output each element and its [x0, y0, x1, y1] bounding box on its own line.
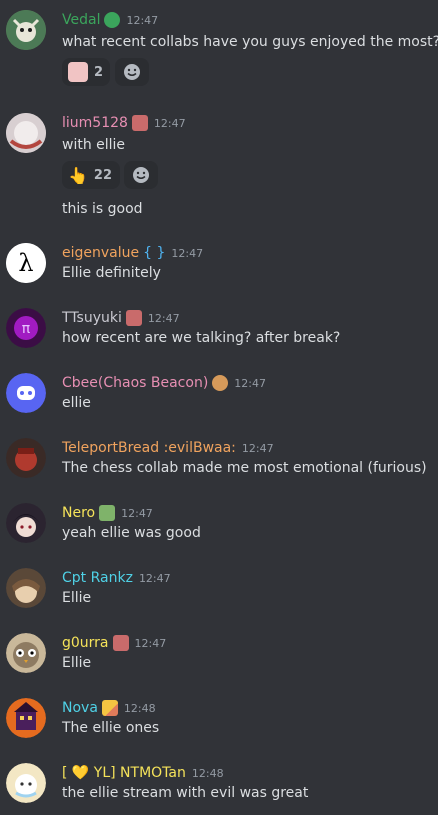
avatar[interactable]	[6, 568, 46, 608]
author-name[interactable]: lium5128	[62, 115, 128, 131]
message-content: with ellie	[62, 137, 126, 153]
message-content: what recent collabs have you guys enjoye…	[62, 34, 438, 50]
message-content: The ellie ones	[62, 720, 160, 736]
message-content: the ellie stream with evil was great	[62, 785, 309, 801]
avatar[interactable]: λ	[6, 243, 46, 283]
timestamp[interactable]: 12:47	[154, 117, 186, 130]
message-content: ellie	[62, 395, 91, 411]
avatar[interactable]	[6, 113, 46, 153]
crown-badge-icon	[99, 505, 116, 521]
message-content: how recent are we talking? after break?	[62, 330, 341, 346]
author-name[interactable]: Nero	[62, 505, 95, 521]
author-name[interactable]: TeleportBread :evilBwaa:	[62, 440, 236, 456]
author-name[interactable]: TTsuyuki	[62, 310, 122, 326]
timestamp[interactable]: 12:47	[139, 572, 171, 585]
author-name[interactable]: [ 💛 YL] NTMOTan	[62, 765, 186, 781]
author-name[interactable]: g0urra	[62, 635, 109, 651]
bacon-badge-icon	[112, 635, 129, 651]
message-content: Ellie	[62, 590, 92, 606]
timestamp[interactable]: 12:47	[148, 312, 180, 325]
avatar[interactable]	[6, 503, 46, 543]
avatar[interactable]	[6, 633, 46, 673]
add-reaction-button[interactable]	[124, 161, 158, 189]
pointing-hand-emoji-icon: 👆	[68, 165, 88, 185]
avatar[interactable]	[6, 10, 46, 50]
avatar[interactable]	[6, 763, 46, 803]
message-content: this is good	[62, 201, 143, 217]
author-name[interactable]: Vedal	[62, 12, 100, 28]
timestamp[interactable]: 12:47	[121, 507, 153, 520]
chat-message-list: Vedal 12:47 what recent collabs have you…	[0, 0, 438, 815]
message-content: Ellie	[62, 655, 92, 671]
add-reaction-button[interactable]	[115, 58, 149, 86]
avatar[interactable]	[6, 438, 46, 478]
timestamp[interactable]: 12:47	[135, 637, 167, 650]
timestamp[interactable]: 12:47	[234, 377, 266, 390]
message-content: Ellie definitely	[62, 265, 161, 281]
avatar[interactable]	[6, 373, 46, 413]
bacon-badge-icon	[131, 115, 148, 131]
anime-girl-emoji-icon	[68, 62, 88, 82]
timestamp[interactable]: 12:47	[242, 442, 274, 455]
timestamp[interactable]: 12:47	[171, 247, 203, 260]
timestamp[interactable]: 12:47	[126, 14, 158, 27]
reaction-count: 22	[93, 167, 113, 183]
pencil-badge-icon	[101, 700, 118, 716]
author-name[interactable]: Cpt Rankz	[62, 570, 133, 586]
bacon-badge-icon	[125, 310, 142, 326]
smile-icon	[124, 64, 140, 80]
author-name[interactable]: Cbee(Chaos Beacon)	[62, 375, 208, 391]
svg-text:λ: λ	[18, 249, 33, 277]
brackets-badge-icon: { }	[143, 245, 166, 261]
role-badge-icon	[104, 12, 121, 28]
reaction-button[interactable]: 👆 22	[62, 161, 120, 189]
timestamp[interactable]: 12:48	[192, 767, 224, 780]
timestamp[interactable]: 12:48	[124, 702, 156, 715]
palette-badge-icon	[212, 375, 229, 391]
author-name[interactable]: Nova	[62, 700, 98, 716]
message-content: yeah ellie was good	[62, 525, 201, 541]
smile-icon	[133, 167, 149, 183]
reaction-count: 2	[94, 64, 104, 80]
svg-text:π: π	[22, 321, 31, 337]
avatar[interactable]	[6, 698, 46, 738]
author-name[interactable]: eigenvalue	[62, 245, 139, 261]
reaction-button[interactable]: 2	[62, 58, 110, 86]
message-content: The chess collab made me most emotional …	[62, 460, 427, 476]
avatar[interactable]: π	[6, 308, 46, 348]
